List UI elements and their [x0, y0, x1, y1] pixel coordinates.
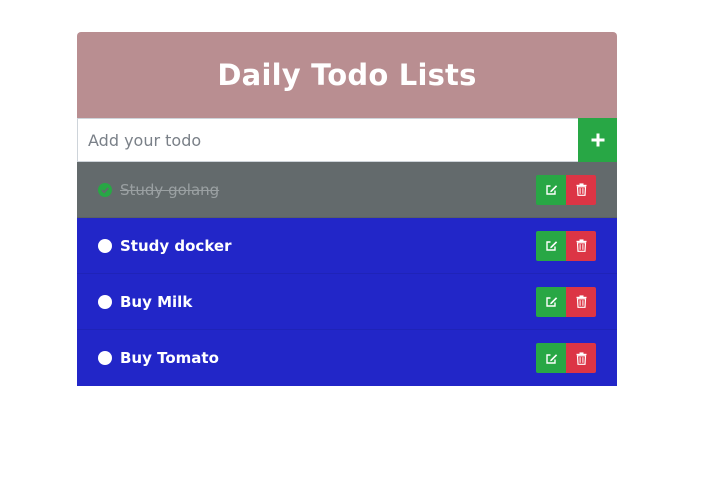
header: Daily Todo Lists: [77, 32, 617, 118]
circle-icon[interactable]: [98, 351, 112, 365]
todo-item: Study docker: [77, 218, 617, 274]
edit-icon: [545, 353, 557, 364]
todo-list: Study golang Study docker Buy Milk Buy T…: [77, 162, 617, 386]
todo-actions: [536, 286, 596, 317]
edit-button[interactable]: [536, 343, 566, 373]
todo-input[interactable]: [77, 118, 578, 162]
todo-item: Buy Tomato: [77, 330, 617, 386]
trash-icon: [576, 351, 586, 365]
delete-button[interactable]: [566, 286, 596, 317]
todo-actions: [536, 343, 596, 373]
todo-card: Daily Todo Lists Study golang: [77, 32, 617, 386]
circle-icon[interactable]: [98, 294, 112, 309]
add-todo-row: [77, 118, 617, 162]
edit-button[interactable]: [536, 286, 566, 317]
todo-label: Buy Tomato: [120, 349, 219, 367]
add-todo-button[interactable]: [578, 118, 617, 162]
delete-button[interactable]: [566, 174, 596, 205]
todo-label: Buy Milk: [120, 292, 193, 311]
page-title: Daily Todo Lists: [217, 58, 477, 92]
todo-item: Buy Milk: [77, 274, 617, 330]
todo-label: Study docker: [120, 236, 232, 255]
edit-icon: [545, 297, 557, 307]
edit-button[interactable]: [536, 174, 566, 205]
delete-button[interactable]: [566, 230, 596, 261]
edit-button[interactable]: [536, 230, 566, 261]
check-circle-icon[interactable]: [98, 182, 112, 197]
todo-actions: [536, 174, 596, 205]
trash-icon: [576, 183, 586, 196]
edit-icon: [545, 185, 557, 195]
todo-item: Study golang: [77, 162, 617, 218]
todo-actions: [536, 230, 596, 261]
circle-icon[interactable]: [98, 238, 112, 253]
trash-icon: [576, 239, 586, 252]
delete-button[interactable]: [566, 343, 596, 373]
edit-icon: [545, 241, 557, 251]
todo-label: Study golang: [120, 180, 220, 199]
trash-icon: [576, 295, 586, 308]
plus-icon: [591, 133, 604, 147]
